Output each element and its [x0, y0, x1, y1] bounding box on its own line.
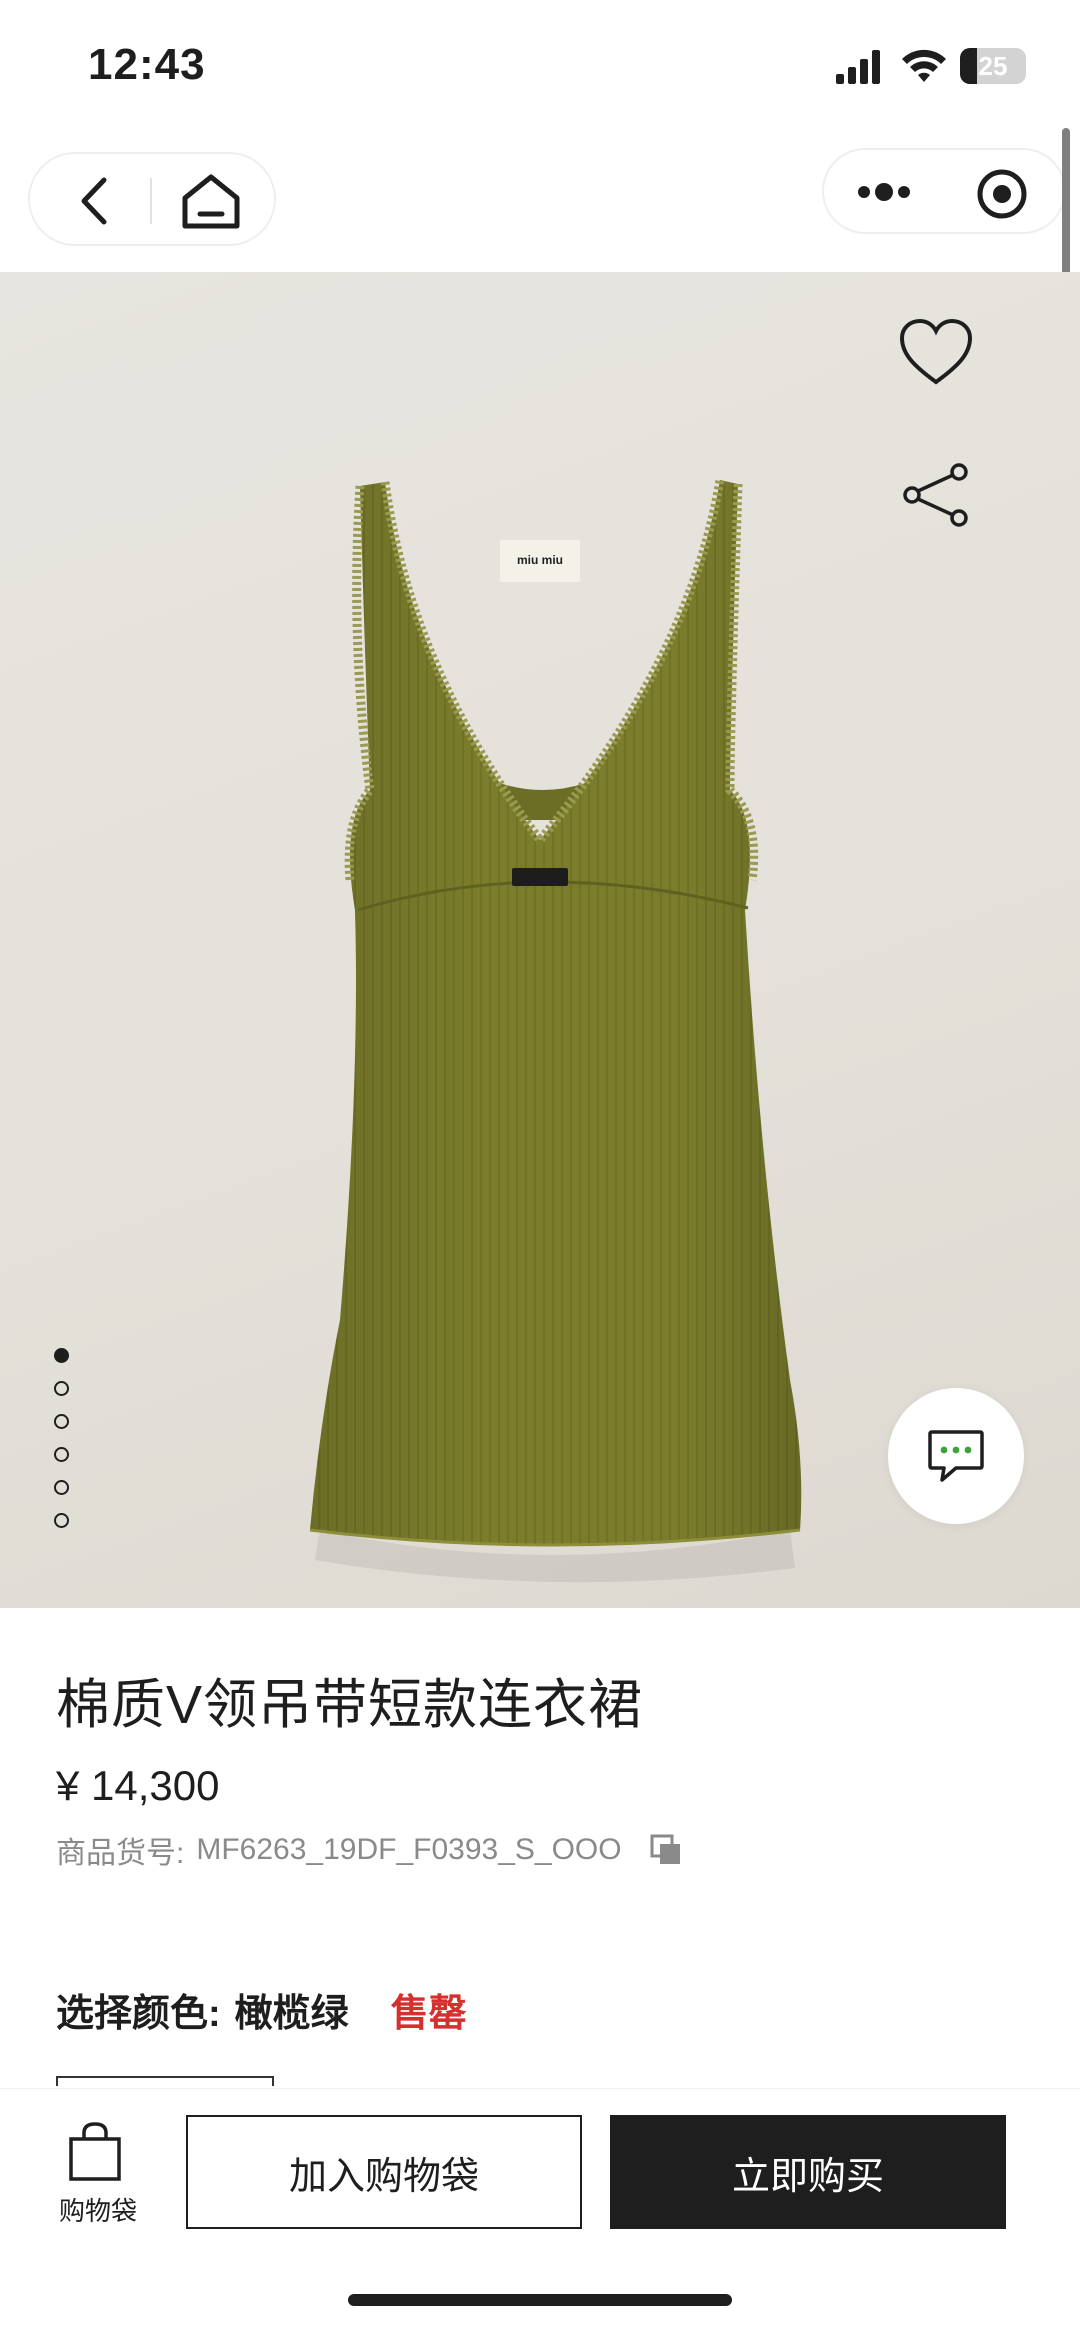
copy-icon[interactable] [648, 1832, 684, 1868]
pagination-dot[interactable] [54, 1414, 69, 1429]
nav-divider [150, 178, 152, 224]
pagination-dot[interactable] [54, 1513, 69, 1528]
chat-button[interactable] [888, 1388, 1024, 1524]
home-icon[interactable] [180, 172, 242, 230]
wifi-icon [902, 49, 946, 82]
pagination-dot[interactable] [54, 1381, 69, 1396]
color-selector: 选择颜色: 橄榄绿 售罄 [56, 1984, 467, 2035]
product-price: ¥ 14,300 [56, 1762, 220, 1809]
battery-percent: 25 [978, 51, 1008, 81]
product-image: miu miu [309, 479, 802, 1583]
nav-capsule-right [822, 148, 1066, 234]
chevron-left-icon[interactable] [70, 176, 120, 226]
pagination-dot[interactable] [54, 1348, 69, 1363]
gallery-pagination[interactable] [54, 1348, 72, 1546]
cellular-signal-icon [836, 50, 880, 84]
more-dots-icon[interactable] [856, 172, 912, 212]
color-label: 选择颜色: [56, 1992, 221, 2035]
color-swatch[interactable] [56, 2076, 274, 2086]
target-circle-icon[interactable] [976, 168, 1028, 220]
sku-label: 商品货号: [56, 1837, 185, 1870]
nav-capsule-left [28, 152, 276, 246]
buy-now-button[interactable]: 立即购买 [610, 2115, 1006, 2229]
shopping-bag-label: 购物袋 [58, 2196, 137, 2226]
status-bar: 12:43 25 [0, 0, 1080, 140]
share-icon[interactable] [900, 462, 972, 528]
shopping-bag-button[interactable]: 购物袋 [52, 2121, 144, 2231]
color-value: 橄榄绿 [234, 1992, 349, 2035]
heart-icon[interactable] [896, 316, 976, 388]
sku-value: MF6263_19DF_F0393_S_OOO [196, 1833, 622, 1866]
home-indicator[interactable] [348, 2294, 732, 2306]
add-to-bag-button[interactable]: 加入购物袋 [186, 2115, 582, 2229]
sku-row: 商品货号: MF6263_19DF_F0393_S_OOO [56, 1830, 684, 1870]
pagination-dot[interactable] [54, 1447, 69, 1462]
sold-out-badge: 售罄 [390, 1992, 467, 2035]
product-gallery[interactable]: miu miu [0, 272, 1080, 1608]
pagination-dot[interactable] [54, 1480, 69, 1495]
battery-icon: 25 [960, 48, 1026, 84]
svg-text:miu miu: miu miu [517, 553, 563, 567]
status-time: 12:43 [88, 40, 206, 89]
chat-bubble-icon [928, 1430, 984, 1482]
product-name: 棉质V领吊带短款连衣裙 [56, 1675, 644, 1735]
shopping-bag-icon [69, 2122, 121, 2181]
